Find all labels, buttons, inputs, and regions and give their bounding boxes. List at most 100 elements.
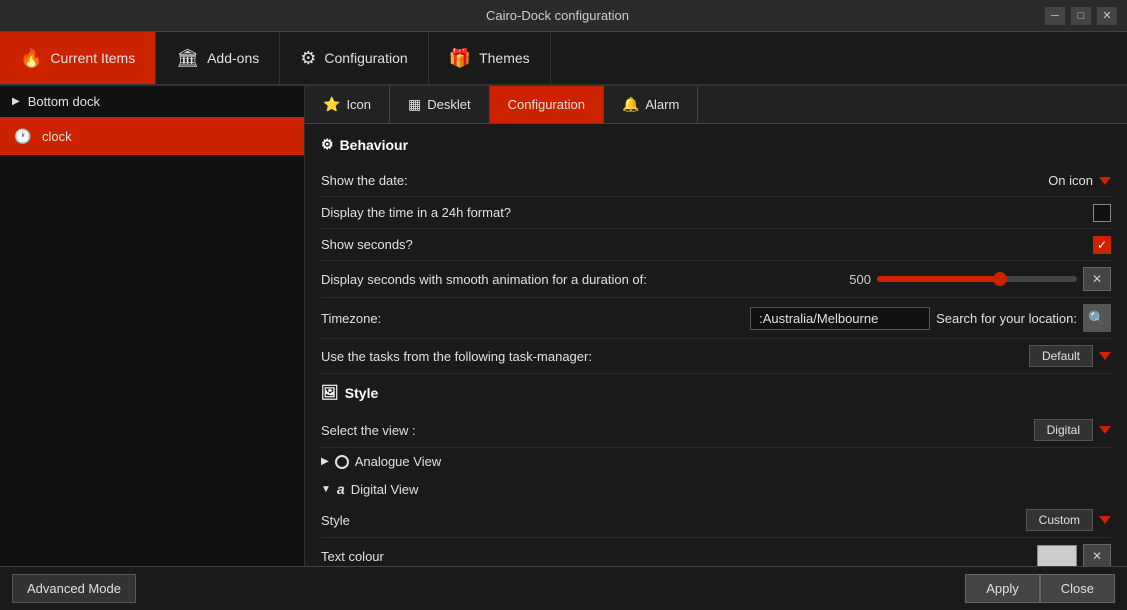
- show-seconds-control: [1093, 236, 1111, 254]
- sidebar-item-clock[interactable]: 🕐 clock: [0, 117, 304, 155]
- close-button[interactable]: ✕: [1097, 7, 1117, 25]
- sub-tab-configuration-label: Configuration: [508, 97, 585, 112]
- settings-content: ⚙ Behaviour Show the date: On icon Displ…: [305, 124, 1127, 566]
- show-date-value: On icon: [1048, 173, 1093, 188]
- show-seconds-row: Show seconds?: [321, 229, 1111, 261]
- analogue-circle-icon: [335, 455, 349, 469]
- smooth-animation-row: Display seconds with smooth animation fo…: [321, 261, 1111, 298]
- text-colour-reset-button[interactable]: ✕: [1083, 544, 1111, 566]
- window-controls[interactable]: ─ □ ✕: [1045, 7, 1117, 25]
- behaviour-gear-icon: ⚙: [321, 136, 334, 153]
- sidebar-item-clock-label: clock: [42, 129, 72, 144]
- show-date-control: On icon: [1048, 173, 1111, 188]
- tab-configuration-label: Configuration: [324, 50, 407, 66]
- behaviour-header: ⚙ Behaviour: [321, 136, 1111, 153]
- digital-view-label: Digital View: [351, 482, 419, 497]
- sidebar-item-bottom-dock-label: Bottom dock: [28, 94, 100, 109]
- search-location-button[interactable]: 🔍: [1083, 304, 1111, 332]
- select-view-value[interactable]: Digital: [1034, 419, 1093, 441]
- slider-reset-button[interactable]: ✕: [1083, 267, 1111, 291]
- task-manager-arrow[interactable]: [1099, 352, 1111, 360]
- task-manager-value[interactable]: Default: [1029, 345, 1093, 367]
- sidebar: ▶ Bottom dock 🕐 clock: [0, 86, 305, 566]
- 24h-format-label: Display the time in a 24h format?: [321, 205, 511, 220]
- tab-themes-label: Themes: [479, 50, 530, 66]
- show-date-row: Show the date: On icon: [321, 165, 1111, 197]
- analogue-view-row[interactable]: ▶ Analogue View: [321, 448, 1111, 475]
- configuration-icon: ⚙: [300, 48, 316, 69]
- digital-font-icon: a: [337, 481, 345, 497]
- text-colour-label: Text colour: [321, 549, 384, 564]
- sidebar-item-bottom-dock[interactable]: ▶ Bottom dock: [0, 86, 304, 117]
- chevron-right-icon: ▶: [12, 96, 20, 107]
- timezone-control: Search for your location: 🔍: [750, 304, 1111, 332]
- text-colour-control: ✕: [1037, 544, 1111, 566]
- task-manager-control: Default: [1029, 345, 1111, 367]
- slider-value: 500: [841, 272, 871, 287]
- search-location-label: Search for your location:: [936, 311, 1077, 326]
- digital-expanded-icon: ▼: [321, 484, 331, 495]
- task-manager-row: Use the tasks from the following task-ma…: [321, 339, 1111, 374]
- style-custom-arrow[interactable]: [1099, 516, 1111, 524]
- sub-tabs: ⭐ Icon ▦ Desklet Configuration 🔔 Alarm: [305, 86, 1127, 124]
- select-view-arrow[interactable]: [1099, 426, 1111, 434]
- star-icon: ⭐: [323, 96, 340, 113]
- tab-themes[interactable]: 🎁 Themes: [429, 32, 551, 84]
- style-icon: 🖼: [321, 384, 339, 401]
- window-title: Cairo-Dock configuration: [70, 8, 1045, 23]
- smooth-animation-control: 500 ✕: [841, 267, 1111, 291]
- content-area: ▶ Bottom dock 🕐 clock ⭐ Icon ▦ Desklet C…: [0, 86, 1127, 566]
- sub-tab-icon[interactable]: ⭐ Icon: [305, 86, 390, 123]
- timezone-input[interactable]: [750, 307, 930, 330]
- themes-icon: 🎁: [449, 48, 471, 69]
- sub-tab-icon-label: Icon: [346, 97, 371, 112]
- desklet-icon: ▦: [408, 96, 421, 113]
- tab-current-items[interactable]: 🔥 Current Items: [0, 32, 156, 84]
- digital-view-row[interactable]: ▼ a Digital View: [321, 475, 1111, 503]
- sub-tab-desklet[interactable]: ▦ Desklet: [390, 86, 490, 123]
- timezone-row: Timezone: Search for your location: 🔍: [321, 298, 1111, 339]
- bottom-bar: Advanced Mode Apply Close: [0, 566, 1127, 610]
- apply-button[interactable]: Apply: [965, 574, 1040, 603]
- behaviour-title: Behaviour: [340, 137, 408, 153]
- analogue-view-label: Analogue View: [355, 454, 442, 469]
- clock-icon: 🕐: [12, 125, 34, 147]
- bottom-right-buttons: Apply Close: [965, 574, 1115, 603]
- style-custom-control: Custom: [1026, 509, 1111, 531]
- style-title: Style: [345, 385, 378, 401]
- tab-configuration[interactable]: ⚙ Configuration: [280, 32, 428, 84]
- sub-tab-desklet-label: Desklet: [427, 97, 470, 112]
- title-bar: Cairo-Dock configuration ─ □ ✕: [0, 0, 1127, 32]
- tab-add-ons[interactable]: 🏛 Add-ons: [156, 32, 280, 84]
- main-tabs: 🔥 Current Items 🏛 Add-ons ⚙ Configuratio…: [0, 32, 1127, 86]
- close-dialog-button[interactable]: Close: [1040, 574, 1115, 603]
- smooth-animation-label: Display seconds with smooth animation fo…: [321, 272, 647, 287]
- select-view-label: Select the view :: [321, 423, 416, 438]
- sub-tab-alarm[interactable]: 🔔 Alarm: [604, 86, 698, 123]
- select-view-control: Digital: [1034, 419, 1111, 441]
- select-view-row: Select the view : Digital: [321, 413, 1111, 448]
- style-custom-value[interactable]: Custom: [1026, 509, 1093, 531]
- style-header: 🖼 Style: [321, 384, 1111, 401]
- tab-add-ons-label: Add-ons: [207, 50, 259, 66]
- sub-tab-alarm-label: Alarm: [645, 97, 679, 112]
- text-colour-swatch[interactable]: [1037, 545, 1077, 566]
- maximize-button[interactable]: □: [1071, 7, 1091, 25]
- current-items-icon: 🔥: [20, 48, 42, 69]
- style-custom-label: Style: [321, 513, 350, 528]
- slider-thumb[interactable]: [993, 272, 1007, 286]
- tab-current-items-label: Current Items: [50, 50, 135, 66]
- slider-container: [877, 276, 1077, 282]
- task-manager-label: Use the tasks from the following task-ma…: [321, 349, 592, 364]
- minimize-button[interactable]: ─: [1045, 7, 1065, 25]
- advanced-mode-button[interactable]: Advanced Mode: [12, 574, 136, 603]
- 24h-format-checkbox[interactable]: [1093, 204, 1111, 222]
- text-colour-row: Text colour ✕: [321, 538, 1111, 566]
- show-date-arrow[interactable]: [1099, 177, 1111, 185]
- style-custom-row: Style Custom: [321, 503, 1111, 538]
- 24h-format-row: Display the time in a 24h format?: [321, 197, 1111, 229]
- main-content: ⭐ Icon ▦ Desklet Configuration 🔔 Alarm ⚙…: [305, 86, 1127, 566]
- show-seconds-checkbox[interactable]: [1093, 236, 1111, 254]
- sub-tab-configuration[interactable]: Configuration: [490, 86, 604, 123]
- slider-track[interactable]: [877, 276, 1077, 282]
